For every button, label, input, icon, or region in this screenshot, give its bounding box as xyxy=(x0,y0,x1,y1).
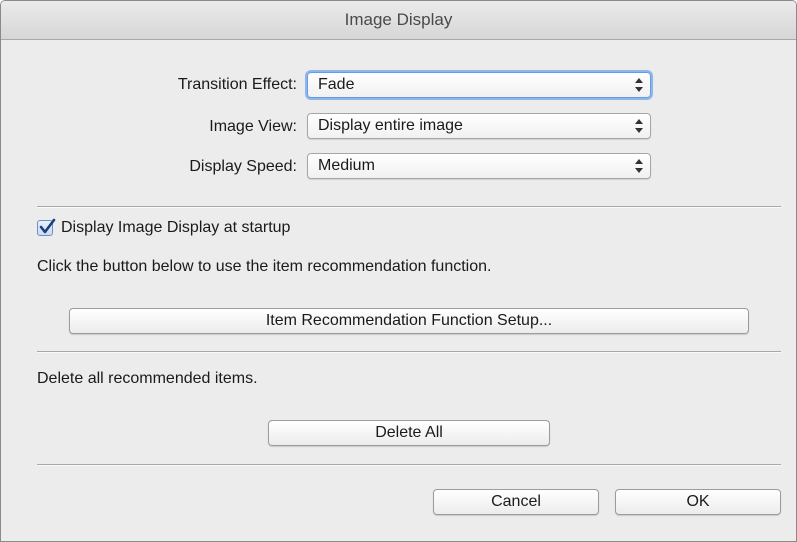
cancel-button[interactable]: Cancel xyxy=(433,489,599,515)
delete-info-text: Delete all recommended items. xyxy=(37,370,258,387)
divider-bottom xyxy=(37,464,781,466)
image-view-value: Display entire image xyxy=(318,117,463,134)
image-view-label: Image View: xyxy=(209,118,297,135)
display-speed-value: Medium xyxy=(318,157,375,174)
select-arrows-icon xyxy=(635,119,643,133)
recommendation-info-text: Click the button below to use the item r… xyxy=(37,258,492,275)
select-arrows-icon xyxy=(635,78,643,92)
transition-effect-select[interactable]: Fade xyxy=(307,72,651,98)
divider-middle xyxy=(37,351,781,353)
delete-all-button[interactable]: Delete All xyxy=(268,420,550,446)
startup-checkbox-label[interactable]: Display Image Display at startup xyxy=(61,219,290,237)
divider-top xyxy=(37,206,781,208)
transition-effect-value: Fade xyxy=(318,76,355,93)
ok-button[interactable]: OK xyxy=(615,489,781,515)
startup-checkbox[interactable] xyxy=(37,218,56,236)
image-view-select[interactable]: Display entire image xyxy=(307,113,651,139)
transition-effect-label: Transition Effect: xyxy=(177,76,297,93)
select-arrows-icon xyxy=(635,159,643,173)
display-speed-select[interactable]: Medium xyxy=(307,153,651,179)
display-speed-label: Display Speed: xyxy=(189,158,297,175)
checkmark-icon xyxy=(39,218,56,234)
item-recommendation-setup-button[interactable]: Item Recommendation Function Setup... xyxy=(69,308,749,334)
dialog-title: Image Display xyxy=(1,1,796,40)
image-display-dialog: Image Display Transition Effect: Fade Im… xyxy=(0,0,797,542)
